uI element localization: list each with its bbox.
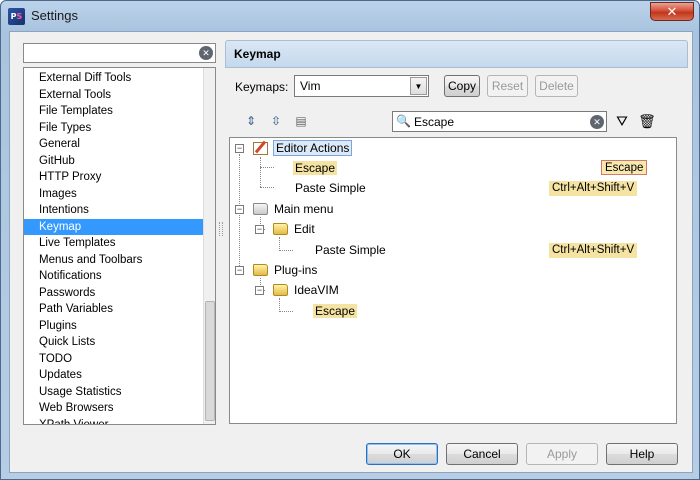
- clear-filter-icon[interactable]: 🗑: [638, 112, 656, 130]
- sidebar-item-images[interactable]: Images: [24, 186, 204, 203]
- sidebar-item-github[interactable]: GitHub: [24, 153, 204, 170]
- delete-button[interactable]: Delete: [535, 75, 578, 97]
- panel-header: Keymap: [225, 40, 688, 68]
- folder-icon: [273, 284, 288, 296]
- action-search-field[interactable]: 🔍 ✕: [392, 111, 607, 132]
- tree-node-paste-simple[interactable]: Paste Simple: [315, 241, 386, 259]
- sidebar-item-xpath-viewer[interactable]: XPath Viewer: [24, 417, 204, 425]
- collapse-toggle[interactable]: −: [235, 144, 244, 153]
- sidebar-item-updates[interactable]: Updates: [24, 367, 204, 384]
- sidebar-item-web-browsers[interactable]: Web Browsers: [24, 400, 204, 417]
- tree-connector: [279, 298, 280, 312]
- dropdown-arrow-icon[interactable]: ▼: [410, 77, 427, 95]
- shortcut-filter-icon[interactable]: ⛛: [613, 112, 631, 130]
- shortcut-badge-paste-simple: Ctrl+Alt+Shift+V: [549, 243, 638, 258]
- clear-search-icon[interactable]: ✕: [590, 115, 604, 129]
- sidebar-scrollbar-thumb[interactable]: [205, 301, 215, 421]
- search-icon[interactable]: 🔍: [396, 114, 411, 129]
- cancel-button[interactable]: Cancel: [446, 443, 518, 465]
- apply-button[interactable]: Apply: [526, 443, 598, 465]
- tree-node-escape[interactable]: Escape: [313, 302, 358, 320]
- sidebar-item-usage-statistics[interactable]: Usage Statistics: [24, 384, 204, 401]
- sidebar-item-todo[interactable]: TODO: [24, 351, 204, 368]
- help-button[interactable]: Help: [606, 443, 678, 465]
- sidebar-item-general[interactable]: General: [24, 136, 204, 153]
- sidebar-item-external-tools[interactable]: External Tools: [24, 87, 204, 104]
- title-bar: PS Settings ✕: [1, 1, 700, 31]
- tree-node-paste-simple[interactable]: Paste Simple: [295, 179, 366, 197]
- tree-node-editor-actions[interactable]: Editor Actions: [273, 139, 353, 157]
- settings-search-input[interactable]: ✕: [23, 43, 216, 63]
- tree-connector: [279, 250, 293, 251]
- panel-title: Keymap: [234, 47, 281, 61]
- editor-actions-icon: [253, 142, 268, 155]
- keymap-select[interactable]: Vim ▼: [294, 75, 429, 97]
- sidebar-item-notifications[interactable]: Notifications: [24, 268, 204, 285]
- collapse-toggle[interactable]: −: [255, 286, 264, 295]
- window-title: Settings: [31, 8, 78, 23]
- tree-connector: [260, 167, 274, 168]
- collapse-toggle[interactable]: −: [235, 205, 244, 214]
- sidebar-item-keymap[interactable]: Keymap: [24, 218, 204, 235]
- tree-node-ideavim[interactable]: IdeaVIM: [294, 281, 339, 299]
- shortcut-badge-escape: Escape: [601, 160, 648, 175]
- sidebar-item-path-variables[interactable]: Path Variables: [24, 301, 204, 318]
- action-tree: − Editor Actions Escape Escape Paste Sim…: [229, 137, 677, 424]
- clear-search-icon[interactable]: ✕: [199, 46, 213, 60]
- shortcut-badge-paste-simple: Ctrl+Alt+Shift+V: [549, 181, 638, 196]
- copy-button[interactable]: Copy: [444, 75, 480, 97]
- sidebar-item-plugins[interactable]: Plugins: [24, 318, 204, 335]
- splitter-handle[interactable]: [219, 222, 223, 236]
- dialog-body: ✕ External Diff Tools External Tools Fil…: [9, 31, 693, 473]
- folder-icon: [253, 264, 268, 276]
- collapse-toggle[interactable]: −: [255, 225, 264, 234]
- sidebar-item-http-proxy[interactable]: HTTP Proxy: [24, 169, 204, 186]
- close-window-button[interactable]: ✕: [650, 2, 694, 21]
- folder-icon: [273, 223, 288, 235]
- sidebar-item-intentions[interactable]: Intentions: [24, 202, 204, 219]
- sidebar-item-file-types[interactable]: File Types: [24, 120, 204, 137]
- sidebar-item-passwords[interactable]: Passwords: [24, 285, 204, 302]
- pycharm-app-icon: PS: [8, 8, 25, 25]
- keymap-select-value: Vim: [300, 79, 321, 93]
- sidebar-item-quick-lists[interactable]: Quick Lists: [24, 334, 204, 351]
- tree-connector: [260, 157, 261, 187]
- ok-button[interactable]: OK: [366, 443, 438, 465]
- shortcut-view-icon[interactable]: ▤: [293, 113, 309, 129]
- settings-window: PS Settings ✕ ✕ External Diff Tools Exte…: [0, 0, 700, 480]
- tree-node-plugins[interactable]: Plug-ins: [274, 261, 317, 279]
- reset-button[interactable]: Reset: [487, 75, 528, 97]
- keymaps-label: Keymaps:: [235, 80, 289, 94]
- tree-connector: [260, 187, 274, 188]
- sidebar-item-external-diff-tools[interactable]: External Diff Tools: [24, 70, 204, 87]
- collapse-all-icon[interactable]: ⇳: [268, 113, 284, 129]
- collapse-toggle[interactable]: −: [235, 266, 244, 275]
- settings-category-list: External Diff Tools External Tools File …: [23, 67, 216, 425]
- tree-connector: [279, 311, 293, 312]
- tree-node-escape[interactable]: Escape: [293, 159, 338, 177]
- action-search-input[interactable]: [414, 114, 584, 129]
- sidebar-scrollbar[interactable]: [203, 68, 215, 424]
- sidebar-item-menus-and-toolbars[interactable]: Menus and Toolbars: [24, 252, 204, 269]
- menu-folder-icon: [253, 203, 268, 215]
- keymap-panel: Keymap Keymaps: Vim ▼ Copy Reset Delete …: [225, 40, 688, 424]
- sidebar-item-live-templates[interactable]: Live Templates: [24, 235, 204, 252]
- tree-connector: [279, 237, 280, 251]
- sidebar-item-file-templates[interactable]: File Templates: [24, 103, 204, 120]
- expand-all-icon[interactable]: ⇕: [243, 113, 259, 129]
- tree-node-main-menu[interactable]: Main menu: [274, 200, 333, 218]
- tree-node-edit[interactable]: Edit: [294, 220, 315, 238]
